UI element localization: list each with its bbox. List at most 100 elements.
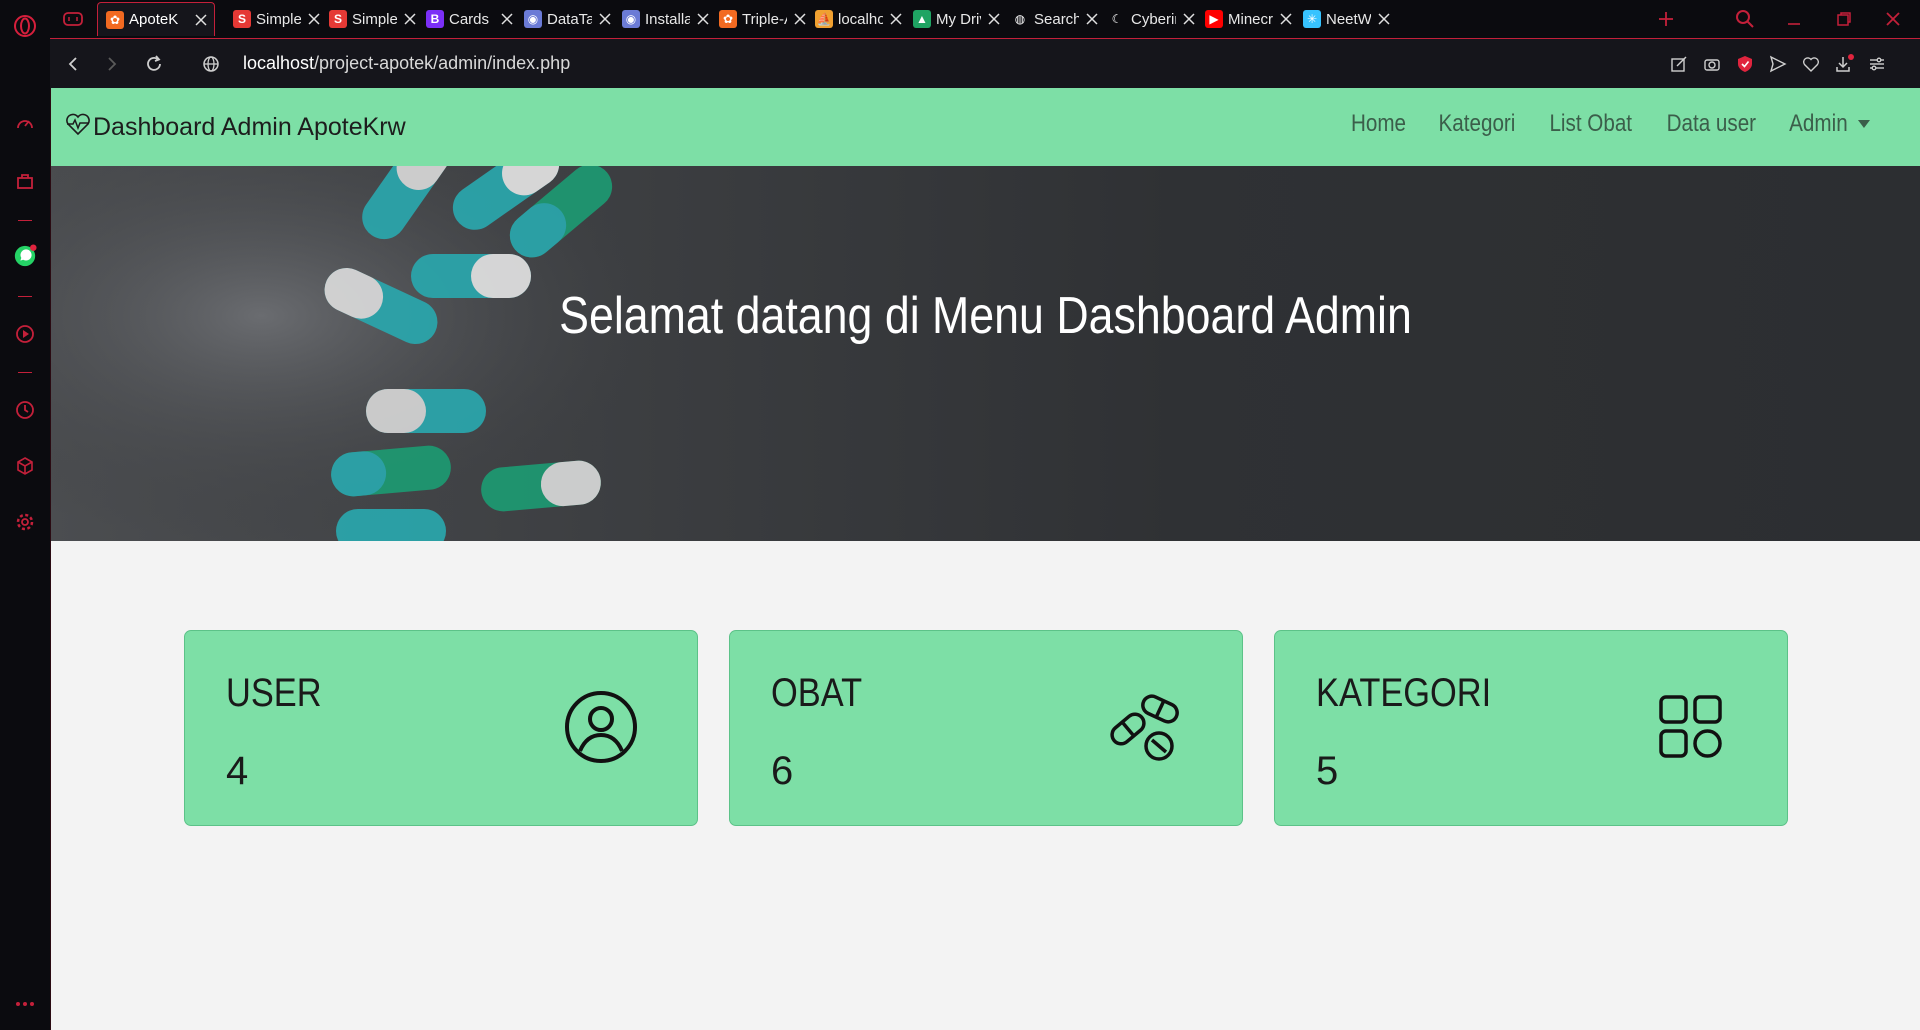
url-field[interactable]: localhost/project-apotek/admin/index.php	[243, 53, 570, 74]
card-user[interactable]: USER 4	[184, 630, 698, 826]
heart-pulse-icon	[65, 112, 91, 143]
browser-tab[interactable]: ▶ Minecra	[1197, 2, 1292, 36]
speed-dial-icon[interactable]	[13, 112, 37, 136]
tab-close-icon[interactable]	[193, 12, 209, 28]
browser-tab[interactable]: S Simple	[225, 2, 320, 36]
browser-tab[interactable]: ✿ ApoteK	[97, 2, 215, 36]
hero-title: Selamat datang di Menu Dashboard Admin	[559, 287, 1412, 345]
tab-title: Simple	[352, 10, 398, 28]
download-icon[interactable]	[1832, 52, 1856, 76]
restore-icon[interactable]	[1831, 6, 1857, 32]
tab-close-icon[interactable]	[987, 11, 1000, 27]
tab-title: Installat	[645, 10, 691, 28]
snapshot-camera-icon[interactable]	[1700, 52, 1724, 76]
send-icon[interactable]	[1766, 52, 1790, 76]
tab-close-icon[interactable]	[793, 11, 806, 27]
card-count: 4	[226, 749, 249, 793]
tab-title: My Driv	[936, 10, 981, 28]
tab-strip: ✿ ApoteK S Simple S Simple B Cards · ◉ DataTab ◉ In…	[50, 0, 1920, 38]
tab-close-icon[interactable]	[1377, 11, 1390, 27]
tab-close-icon[interactable]	[696, 11, 709, 27]
reload-icon[interactable]	[142, 52, 166, 76]
nav-kategori[interactable]: Kategori	[1439, 110, 1516, 138]
minimize-icon[interactable]	[1781, 6, 1807, 32]
history-icon[interactable]	[13, 398, 37, 422]
player-icon[interactable]	[13, 322, 37, 346]
tab-title: Cyberin	[1131, 10, 1176, 28]
tab-close-icon[interactable]	[307, 11, 320, 27]
tab-close-icon[interactable]	[403, 11, 416, 27]
tab-close-icon[interactable]	[1279, 11, 1292, 27]
opera-logo-icon[interactable]	[13, 14, 37, 38]
grid-icon	[1653, 689, 1729, 765]
bootstrap-icon: B	[426, 10, 444, 28]
whatsapp-icon[interactable]	[13, 244, 37, 268]
tab-title: DataTab	[547, 10, 593, 28]
neetwork-icon: ✳	[1303, 10, 1321, 28]
card-count: 6	[771, 749, 794, 793]
extensions-cube-icon[interactable]	[13, 454, 37, 478]
tab-search-icon[interactable]	[1732, 6, 1758, 32]
nav-admin-label: Admin	[1789, 110, 1848, 137]
tab-close-icon[interactable]	[1085, 11, 1098, 27]
browser-sidebar	[0, 0, 51, 1030]
user-circle-icon	[563, 689, 639, 765]
forward-icon[interactable]	[100, 52, 124, 76]
tab-close-icon[interactable]	[889, 11, 902, 27]
browser-tab[interactable]: S Simple	[321, 2, 416, 36]
new-tab-plus-icon[interactable]	[1653, 6, 1679, 32]
stats-cards: USER 4 OBAT 6 KATEGORI 5	[184, 630, 1788, 828]
card-title: USER	[226, 671, 322, 715]
tab-title: NeetWo	[1326, 10, 1372, 28]
back-icon[interactable]	[61, 52, 85, 76]
navbar: Dashboard Admin ApoteKrw Home Kategori L…	[51, 88, 1920, 166]
nav-home[interactable]: Home	[1351, 110, 1406, 138]
browser-tab[interactable]: B Cards ·	[418, 2, 513, 36]
more-dots-icon[interactable]	[13, 992, 37, 1016]
tab-title: Triple-A	[742, 10, 787, 28]
tab-close-icon[interactable]	[500, 11, 513, 27]
navbar-brand[interactable]: Dashboard Admin ApoteKrw	[65, 112, 406, 143]
card-obat[interactable]: OBAT 6	[729, 630, 1243, 826]
card-title: KATEGORI	[1316, 671, 1492, 715]
google-drive-icon: ▲	[913, 10, 931, 28]
browser-tab[interactable]: ◍ Search	[1003, 2, 1098, 36]
browser-tab[interactable]: ◉ DataTab	[516, 2, 611, 36]
globe-icon: ◍	[1014, 12, 1026, 26]
browser-tab[interactable]: ⛵ localhos	[807, 2, 902, 36]
heart-icon[interactable]	[1799, 52, 1823, 76]
workspace-icon[interactable]	[60, 6, 86, 32]
hero-banner: Selamat datang di Menu Dashboard Admin	[51, 166, 1920, 541]
browser-tab[interactable]: ✿ Triple-A	[711, 2, 806, 36]
tab-title: Cards ·	[449, 10, 495, 28]
pills-icon	[1108, 689, 1184, 765]
card-count: 5	[1316, 749, 1339, 793]
youtube-icon: ▶	[1205, 10, 1223, 28]
bag-icon[interactable]	[13, 169, 37, 193]
xampp-icon: ✿	[106, 10, 124, 29]
edit-share-icon[interactable]	[1667, 52, 1691, 76]
xampp-icon: ✿	[719, 10, 737, 28]
settings-gear-icon[interactable]	[13, 510, 37, 534]
phpmyadmin-icon: ⛵	[815, 10, 833, 28]
nav-admin-dropdown[interactable]: Admin	[1789, 110, 1870, 138]
installation-icon: ◉	[622, 10, 640, 28]
address-bar: localhost/project-apotek/admin/index.php	[50, 38, 1920, 89]
browser-tab[interactable]: ▲ My Driv	[905, 2, 1000, 36]
nav-links: Home Kategori List Obat Data user Admin	[1322, 110, 1870, 138]
nav-list-obat[interactable]: List Obat	[1549, 110, 1632, 138]
site-info-globe-icon[interactable]	[199, 52, 223, 76]
s-logo-icon: S	[329, 10, 347, 28]
tab-close-icon[interactable]	[1182, 11, 1195, 27]
nav-data-user[interactable]: Data user	[1666, 110, 1755, 138]
browser-tab[interactable]: ✳ NeetWo	[1295, 2, 1390, 36]
browser-tab[interactable]: ☾ Cyberin	[1100, 2, 1195, 36]
browser-tab[interactable]: ◉ Installat	[614, 2, 709, 36]
close-window-icon[interactable]	[1880, 6, 1906, 32]
adblock-shield-icon[interactable]	[1733, 52, 1757, 76]
easy-setup-icon[interactable]	[1865, 52, 1889, 76]
card-title: OBAT	[771, 671, 863, 715]
tab-title: Simple	[256, 10, 302, 28]
card-kategori[interactable]: KATEGORI 5	[1274, 630, 1788, 826]
tab-close-icon[interactable]	[598, 11, 611, 27]
